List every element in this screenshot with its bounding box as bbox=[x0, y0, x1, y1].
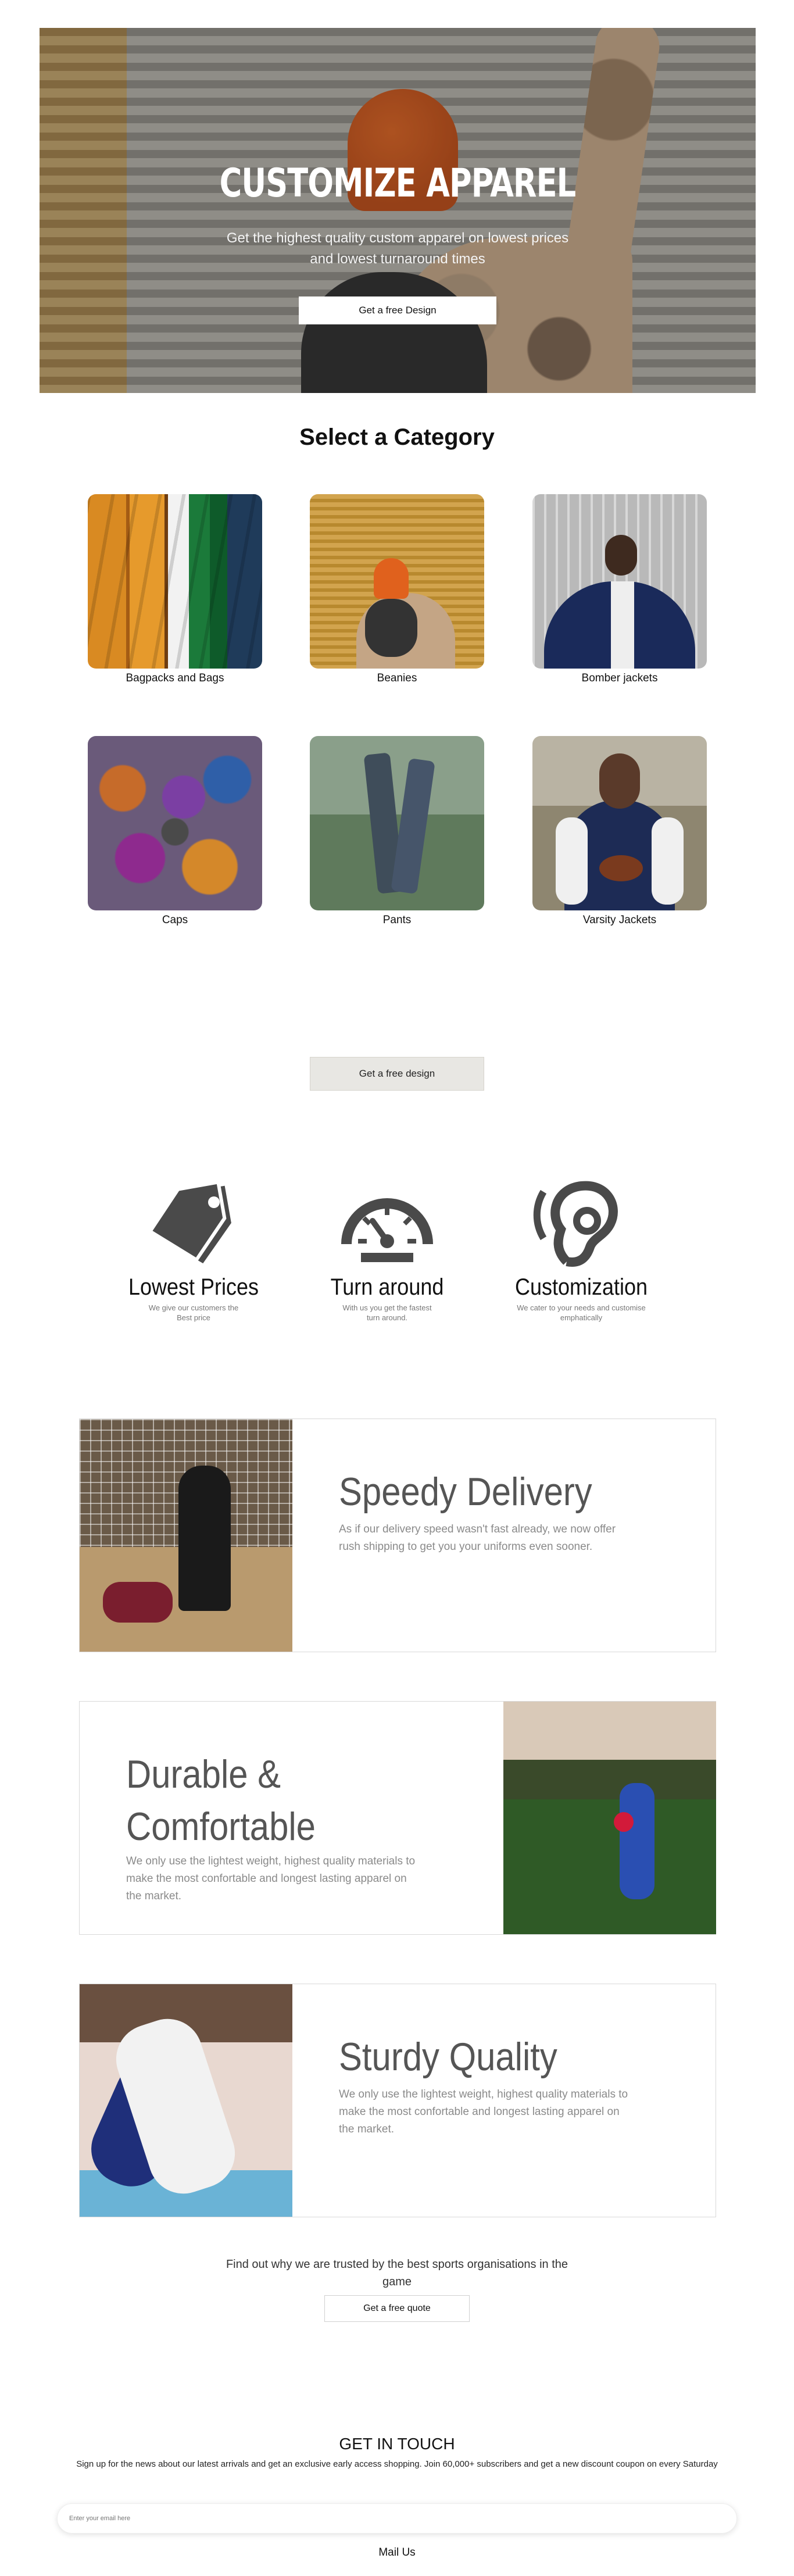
card-title: Sturdy Quality bbox=[339, 2035, 557, 2079]
get-free-design-button[interactable]: Get a free Design bbox=[299, 296, 496, 324]
volleyball-photo bbox=[80, 1419, 292, 1652]
category-image[interactable] bbox=[310, 736, 484, 910]
card-title: Speedy Delivery bbox=[339, 1470, 592, 1514]
feature-description: With us you get the fastest turn around. bbox=[342, 1303, 432, 1322]
get-in-touch-title: GET IN TOUCH bbox=[339, 2435, 455, 2453]
category-image[interactable] bbox=[532, 494, 707, 669]
hero-subtitle-line: Get the highest quality custom apparel o… bbox=[226, 230, 569, 246]
card-description: As if our delivery speed wasn't fast alr… bbox=[339, 1523, 616, 1553]
category-bomber-jackets[interactable]: Bomber jackets bbox=[532, 494, 707, 685]
get-free-quote-button[interactable]: Get a free quote bbox=[324, 2295, 470, 2322]
sturdy-quality-card: Sturdy Quality We only use the lightest … bbox=[79, 1984, 716, 2217]
category-label[interactable]: Pants bbox=[310, 914, 484, 927]
durable-comfortable-card: Durable & Comfortable We only use the li… bbox=[79, 1701, 716, 1935]
card-description: We only use the lightest weight, highest… bbox=[339, 2088, 628, 2135]
category-image[interactable] bbox=[532, 736, 707, 910]
hero-subtitle: Get the highest quality custom apparel o… bbox=[40, 228, 756, 270]
hero-subtitle-line: and lowest turnaround times bbox=[310, 251, 485, 267]
hero-title: CUSTOMIZE APPAREL bbox=[219, 160, 577, 206]
get-free-design-cta[interactable]: Get a free design bbox=[310, 1057, 484, 1091]
categories-title: Select a Category bbox=[299, 424, 495, 450]
feature-title: Turn around bbox=[330, 1274, 444, 1300]
category-image[interactable] bbox=[88, 494, 262, 669]
category-beanies[interactable]: Beanies bbox=[310, 494, 484, 685]
trust-text: Find out why we are trusted by the best … bbox=[226, 2258, 568, 2288]
price-tag-icon bbox=[148, 1180, 231, 1264]
judo-photo bbox=[80, 1984, 292, 2217]
category-label[interactable]: Varsity Jackets bbox=[532, 914, 707, 927]
category-bags[interactable]: Bagpacks and Bags bbox=[88, 494, 262, 685]
email-input[interactable] bbox=[57, 2503, 737, 2534]
category-image[interactable] bbox=[88, 736, 262, 910]
category-caps[interactable]: Caps bbox=[88, 736, 262, 927]
category-label[interactable]: Caps bbox=[88, 914, 262, 927]
hero-banner: CUSTOMIZE APPAREL Get the highest qualit… bbox=[40, 28, 756, 393]
feature-description: We give our customers the Best price bbox=[148, 1303, 239, 1322]
category-image[interactable] bbox=[310, 494, 484, 669]
category-label[interactable]: Bagpacks and Bags bbox=[88, 672, 262, 685]
soccer-photo bbox=[503, 1702, 716, 1934]
category-label[interactable]: Bomber jackets bbox=[532, 672, 707, 685]
speedy-delivery-card: Speedy Delivery As if our delivery speed… bbox=[79, 1419, 716, 1652]
feature-customization: Customization We cater to your needs and… bbox=[494, 1180, 668, 1323]
speedometer-icon bbox=[341, 1198, 433, 1262]
category-label[interactable]: Beanies bbox=[310, 672, 484, 685]
newsletter-description: Sign up for the news about our latest ar… bbox=[76, 2459, 718, 2469]
feature-lowest-prices: Lowest Prices We give our customers the … bbox=[106, 1180, 281, 1323]
category-varsity-jackets[interactable]: Varsity Jackets bbox=[532, 736, 707, 927]
ear-icon bbox=[533, 1181, 618, 1267]
card-description: We only use the lightest weight, highest… bbox=[126, 1855, 416, 1902]
feature-turn-around: Turn around With us you get the fastest … bbox=[300, 1180, 474, 1323]
feature-description: We cater to your needs and customise emp… bbox=[517, 1303, 646, 1322]
feature-title: Customization bbox=[514, 1274, 648, 1300]
category-pants[interactable]: Pants bbox=[310, 736, 484, 927]
card-title: Durable & Comfortable bbox=[126, 1752, 316, 1849]
feature-title: Lowest Prices bbox=[128, 1274, 259, 1300]
mail-us-button[interactable]: Mail Us bbox=[368, 2544, 426, 2561]
